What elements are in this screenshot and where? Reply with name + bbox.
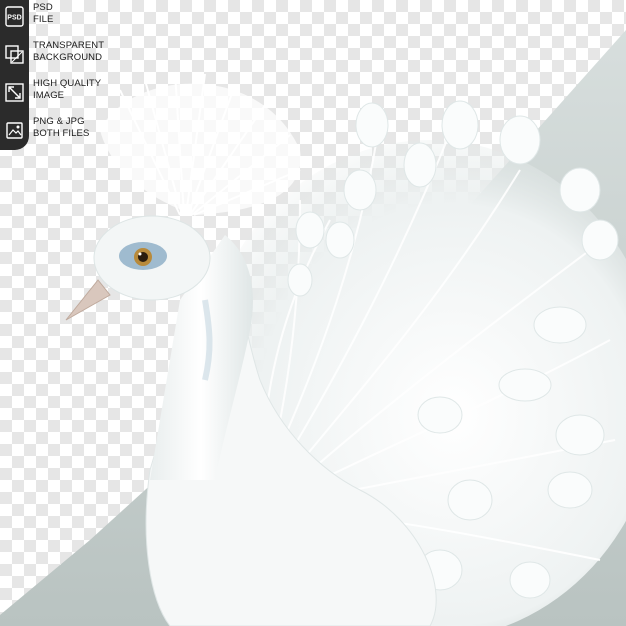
badge-png-jpg: PNG & JPG BOTH FILES: [0, 116, 104, 152]
feature-badges: PSD PSD FILE TRANSPARENT BACKGROUND HIGH…: [0, 0, 104, 150]
psd-file-icon: PSD: [5, 6, 24, 27]
layers-icon: [5, 45, 24, 64]
badge-label-line1: PNG & JPG: [33, 116, 85, 127]
badge-label-line1: TRANSPARENT: [33, 40, 105, 51]
badge-label-line1: PSD: [33, 2, 53, 13]
badge-label-line2: BOTH FILES: [33, 128, 90, 139]
badge-label-line2: IMAGE: [33, 90, 65, 101]
badge-label-line1: HIGH QUALITY: [33, 78, 102, 89]
image-files-icon: [6, 122, 23, 139]
badge-label-line2: FILE: [33, 14, 54, 25]
stock-image-preview: PSD PSD FILE TRANSPARENT BACKGROUND HIGH…: [0, 0, 626, 626]
expand-icon: [5, 83, 24, 102]
badge-psd-file: PSD PSD FILE: [0, 2, 104, 38]
badge-label-line2: BACKGROUND: [33, 52, 103, 63]
svg-text:PSD: PSD: [7, 15, 21, 22]
badge-high-quality: HIGH QUALITY IMAGE: [0, 78, 104, 114]
badge-transparent-background: TRANSPARENT BACKGROUND: [0, 40, 104, 76]
peacock-beak: [65, 279, 111, 321]
